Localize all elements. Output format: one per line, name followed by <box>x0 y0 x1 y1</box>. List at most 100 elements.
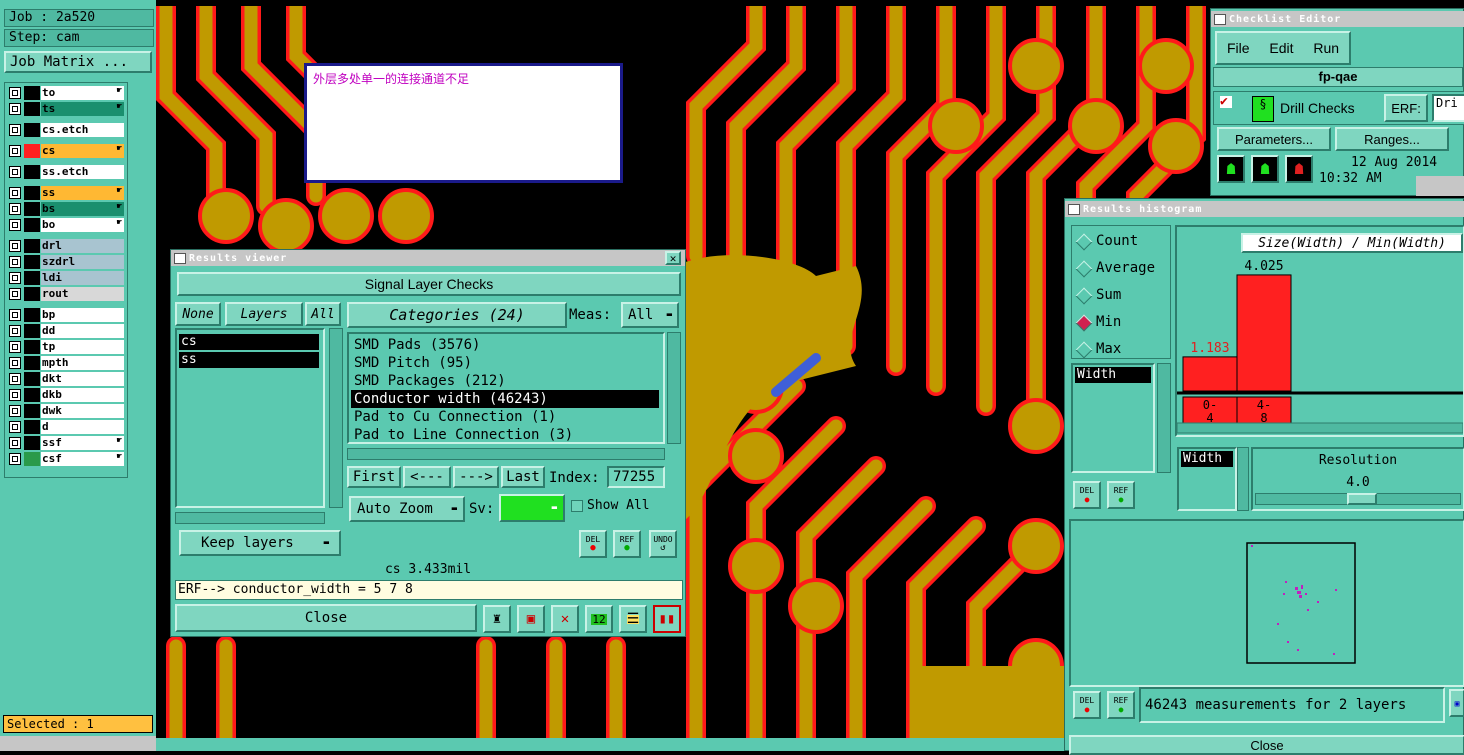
radio-sum[interactable]: Sum <box>1072 286 1168 306</box>
job-matrix-button[interactable]: Job Matrix ... <box>4 51 152 73</box>
parameters-button[interactable]: Parameters... <box>1217 127 1331 151</box>
layer-checkbox[interactable] <box>9 325 21 337</box>
meas-dropdown[interactable]: All ▬ <box>621 302 679 328</box>
hist-del-button[interactable]: DEL ● <box>1073 481 1101 509</box>
histogram-field-list[interactable]: Width <box>1071 363 1155 473</box>
layer-row-mpth[interactable]: mpth <box>7 356 124 370</box>
layer-color-swatch[interactable] <box>24 218 40 232</box>
keep-layers-dropdown[interactable]: Keep layers ▬ <box>179 530 341 556</box>
layer-row-to[interactable]: to ☛ <box>7 86 124 100</box>
layer-list-hscroll[interactable] <box>175 512 325 524</box>
menu-edit[interactable]: Edit <box>1269 40 1293 56</box>
layer-row-tp[interactable]: tp <box>7 340 124 354</box>
layer-row-bp[interactable]: bp <box>7 308 124 322</box>
layer-row-dd[interactable]: dd <box>7 324 124 338</box>
layer-checkbox[interactable] <box>9 421 21 433</box>
last-button[interactable]: Last <box>501 466 545 488</box>
category-item[interactable]: SMD Packages (212) <box>351 372 659 390</box>
layer-color-swatch[interactable] <box>24 202 40 216</box>
histogram-icon-button[interactable]: ▮▮ <box>653 605 681 633</box>
category-item[interactable]: Pad to Line Connection (3) <box>351 426 659 444</box>
layer-color-swatch[interactable] <box>24 123 40 137</box>
layer-checkbox[interactable] <box>9 256 21 268</box>
ref-button[interactable]: REF ● <box>613 530 641 558</box>
layer-color-swatch[interactable] <box>24 324 40 338</box>
del-button[interactable]: DEL ● <box>579 530 607 558</box>
auto-zoom-dropdown[interactable]: Auto Zoom ▬ <box>349 496 465 522</box>
layer-row-drl[interactable]: drl <box>7 239 124 253</box>
layer-color-swatch[interactable] <box>24 287 40 301</box>
prev-button[interactable]: <--- <box>403 466 451 488</box>
category-hscroll[interactable] <box>347 448 665 460</box>
all-layers-button[interactable]: All <box>305 302 341 326</box>
layer-listbox[interactable]: cs ss <box>175 328 325 508</box>
layer-checkbox[interactable] <box>9 437 21 449</box>
layer-row-d[interactable]: d <box>7 420 124 434</box>
layer-checkbox[interactable] <box>9 87 21 99</box>
next-button[interactable]: ---> <box>453 466 499 488</box>
field-list-item[interactable]: Width <box>1075 367 1151 383</box>
resolution-slider-thumb[interactable] <box>1347 493 1377 505</box>
histogram-bar[interactable] <box>1182 356 1238 392</box>
layer-checkbox[interactable] <box>9 103 21 115</box>
none-button[interactable]: None <box>175 302 221 326</box>
radio-count[interactable]: Count <box>1072 232 1168 252</box>
layer-list-vscroll[interactable] <box>329 328 343 508</box>
layer-checkbox[interactable] <box>9 389 21 401</box>
layer-checkbox[interactable] <box>9 288 21 300</box>
layer-color-swatch[interactable] <box>24 239 40 253</box>
layer-row-dkb[interactable]: dkb <box>7 388 124 402</box>
layer-checkbox[interactable] <box>9 203 21 215</box>
layer-color-swatch[interactable] <box>24 452 40 466</box>
undo-button[interactable]: UNDO ↺ <box>649 530 677 558</box>
layer-row-cs-etch[interactable]: cs.etch <box>7 123 124 137</box>
layer-checkbox[interactable] <box>9 272 21 284</box>
layer-checkbox[interactable] <box>9 240 21 252</box>
erf-field[interactable]: Dri <box>1432 94 1464 122</box>
layer-row-ts[interactable]: ts ☛ <box>7 102 124 116</box>
layer-checkbox[interactable] <box>9 405 21 417</box>
results-close-button[interactable]: Close <box>175 604 477 632</box>
layer-row-szdrl[interactable]: szdrl <box>7 255 124 269</box>
layer-color-swatch[interactable] <box>24 86 40 100</box>
resolution-list-item[interactable]: Width <box>1181 451 1233 467</box>
layer-row-dwk[interactable]: dwk <box>7 404 124 418</box>
report-icon-button[interactable]: ☰ <box>619 605 647 633</box>
layer-checkbox[interactable] <box>9 145 21 157</box>
category-listbox[interactable]: SMD Pads (3576) SMD Pitch (95) SMD Package… <box>347 332 665 444</box>
layer-color-swatch[interactable] <box>24 308 40 322</box>
menu-run[interactable]: Run <box>1313 40 1339 56</box>
layer-row-bs[interactable]: bs ☛ <box>7 202 124 216</box>
layer-checkbox[interactable] <box>9 124 21 136</box>
radio-average[interactable]: Average <box>1072 259 1168 279</box>
delete-ref-icon-button[interactable]: ✕ <box>551 605 579 633</box>
histogram-hscroll[interactable] <box>1177 422 1463 434</box>
layer-color-swatch[interactable] <box>24 356 40 370</box>
layer-color-swatch[interactable] <box>24 436 40 450</box>
layer-row-ss-etch[interactable]: ss.etch <box>7 165 124 179</box>
run-icon-2[interactable]: ☗ <box>1251 155 1279 183</box>
run-icon-3[interactable]: ☗ <box>1285 155 1313 183</box>
layer-checkbox[interactable] <box>9 219 21 231</box>
layer-row-csf[interactable]: csf ☛ <box>7 452 124 466</box>
layer-color-swatch[interactable] <box>24 144 40 158</box>
layer-color-swatch[interactable] <box>24 420 40 434</box>
show-all-checkbox[interactable] <box>571 500 583 512</box>
layer-checkbox[interactable] <box>9 187 21 199</box>
layer-row-dkt[interactable]: dkt <box>7 372 124 386</box>
categories-button[interactable]: Categories (24) <box>347 302 567 328</box>
save-image-icon-button[interactable]: ▣ <box>517 605 545 633</box>
radio-min[interactable]: Min <box>1072 313 1168 333</box>
run-icon-1[interactable]: ☗ <box>1217 155 1245 183</box>
layer-row-bo[interactable]: bo ☛ <box>7 218 124 232</box>
dist-del-button[interactable]: DEL ● <box>1073 691 1101 719</box>
category-vscroll[interactable] <box>667 332 681 444</box>
layer-row-ldi[interactable]: ldi <box>7 271 124 285</box>
layer-color-swatch[interactable] <box>24 165 40 179</box>
dist-ref-button[interactable]: REF ● <box>1107 691 1135 719</box>
histogram-export-button[interactable]: ▣ <box>1449 689 1464 717</box>
category-item[interactable]: SMD Pads (3576) <box>351 336 659 354</box>
layer-list-item[interactable]: ss <box>179 352 319 368</box>
resolution-field-list[interactable]: Width <box>1177 447 1237 511</box>
index-input[interactable]: 77255 <box>607 466 665 488</box>
